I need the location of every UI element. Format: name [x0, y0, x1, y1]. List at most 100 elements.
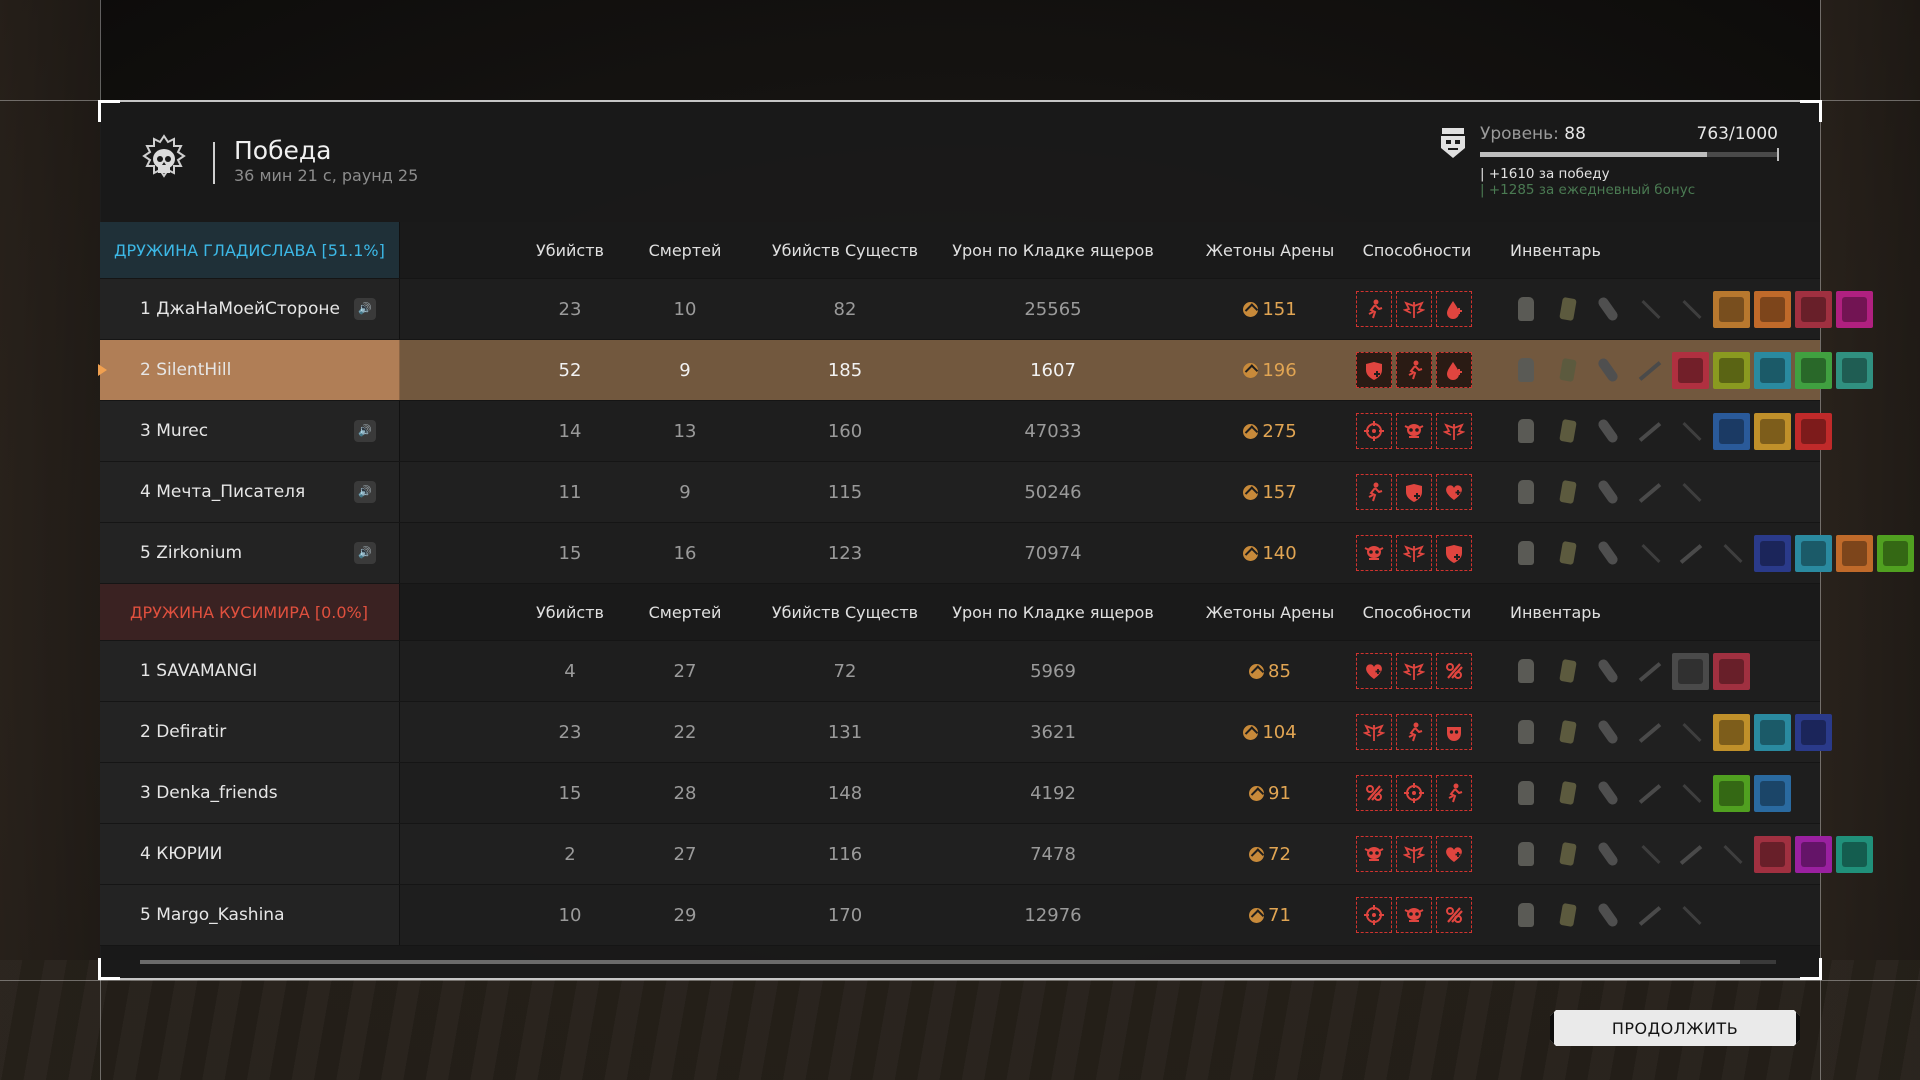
inventory-gren-icon[interactable] — [1590, 352, 1627, 389]
inventory-item-icon[interactable] — [1713, 352, 1750, 389]
inventory-gren-icon[interactable] — [1590, 836, 1627, 873]
ability-slash-icon[interactable] — [1356, 775, 1392, 811]
ability-wings-icon[interactable] — [1356, 714, 1392, 750]
inventory-can-icon[interactable] — [1549, 714, 1586, 751]
inventory-can-icon[interactable] — [1549, 413, 1586, 450]
ability-heart-icon[interactable] — [1436, 836, 1472, 872]
inventory-gun-icon[interactable] — [1631, 714, 1668, 751]
ability-run-icon[interactable] — [1436, 775, 1472, 811]
inventory-knife-icon[interactable] — [1713, 836, 1750, 873]
inventory-item-icon[interactable] — [1836, 836, 1873, 873]
inventory-gun-icon[interactable] — [1672, 836, 1709, 873]
inventory-item-icon[interactable] — [1713, 714, 1750, 751]
inventory-can-icon[interactable] — [1549, 653, 1586, 690]
ability-skull-icon[interactable] — [1396, 413, 1432, 449]
inventory-gun-icon[interactable] — [1631, 413, 1668, 450]
ability-shield-icon[interactable] — [1436, 535, 1472, 571]
inventory-gren-icon[interactable] — [1590, 653, 1627, 690]
player-row[interactable]: 5 Zirkonium 🔊 15 16 123 70974 140 — [100, 523, 1914, 584]
inventory-item-icon[interactable] — [1713, 653, 1750, 690]
inventory-gear-icon[interactable] — [1508, 714, 1545, 751]
inventory-gun-icon[interactable] — [1631, 653, 1668, 690]
player-row[interactable]: 3 Murec 🔊 14 13 160 47033 275 — [100, 401, 1832, 462]
player-row[interactable]: 2 SilentHill 52 9 185 1607 196 — [98, 340, 1873, 401]
ability-wings-icon[interactable] — [1396, 535, 1432, 571]
inventory-item-icon[interactable] — [1836, 291, 1873, 328]
inventory-gear-icon[interactable] — [1508, 474, 1545, 511]
inventory-knife-icon[interactable] — [1713, 535, 1750, 572]
ability-mask-icon[interactable] — [1436, 714, 1472, 750]
ability-slash-icon[interactable] — [1436, 897, 1472, 933]
player-row[interactable]: 4 Мечта_Писателя 🔊 11 9 115 50246 157 — [100, 462, 1820, 523]
ability-skull-icon[interactable] — [1356, 836, 1392, 872]
inventory-item-icon[interactable] — [1713, 291, 1750, 328]
inventory-item-icon[interactable] — [1836, 352, 1873, 389]
inventory-item-icon[interactable] — [1795, 291, 1832, 328]
ability-run-icon[interactable] — [1356, 291, 1392, 327]
inventory-item-icon[interactable] — [1672, 352, 1709, 389]
inventory-item-icon[interactable] — [1754, 352, 1791, 389]
inventory-item-icon[interactable] — [1754, 413, 1791, 450]
inventory-item-icon[interactable] — [1754, 535, 1791, 572]
inventory-gren-icon[interactable] — [1590, 413, 1627, 450]
ability-shield-icon[interactable] — [1396, 474, 1432, 510]
inventory-knife-icon[interactable] — [1631, 535, 1668, 572]
inventory-gun-icon[interactable] — [1631, 352, 1668, 389]
inventory-gun-icon[interactable] — [1631, 474, 1668, 511]
ability-wings-icon[interactable] — [1396, 836, 1432, 872]
inventory-can-icon[interactable] — [1549, 836, 1586, 873]
inventory-knife-icon[interactable] — [1672, 775, 1709, 812]
inventory-item-icon[interactable] — [1877, 535, 1914, 572]
inventory-can-icon[interactable] — [1549, 474, 1586, 511]
inventory-item-icon[interactable] — [1795, 535, 1832, 572]
ability-run-icon[interactable] — [1396, 714, 1432, 750]
ability-shield-icon[interactable] — [1356, 352, 1392, 388]
inventory-gear-icon[interactable] — [1508, 775, 1545, 812]
inventory-item-icon[interactable] — [1754, 775, 1791, 812]
speaker-icon[interactable]: 🔊 — [354, 420, 376, 442]
inventory-gear-icon[interactable] — [1508, 897, 1545, 934]
inventory-gun-icon[interactable] — [1631, 897, 1668, 934]
inventory-gear-icon[interactable] — [1508, 836, 1545, 873]
ability-target-icon[interactable] — [1356, 897, 1392, 933]
inventory-gren-icon[interactable] — [1590, 535, 1627, 572]
inventory-item-icon[interactable] — [1672, 653, 1709, 690]
ability-drop-icon[interactable] — [1436, 352, 1472, 388]
ability-target-icon[interactable] — [1396, 775, 1432, 811]
inventory-can-icon[interactable] — [1549, 352, 1586, 389]
inventory-knife-icon[interactable] — [1631, 836, 1668, 873]
player-row[interactable]: 4 КЮРИИ 2 27 116 7478 72 — [100, 824, 1873, 885]
ability-skull-icon[interactable] — [1396, 897, 1432, 933]
inventory-gear-icon[interactable] — [1508, 352, 1545, 389]
inventory-item-icon[interactable] — [1795, 413, 1832, 450]
inventory-can-icon[interactable] — [1549, 535, 1586, 572]
continue-button[interactable]: ПРОДОЛЖИТЬ — [1550, 1010, 1800, 1046]
ability-run-icon[interactable] — [1396, 352, 1432, 388]
speaker-icon[interactable]: 🔊 — [354, 298, 376, 320]
inventory-can-icon[interactable] — [1549, 897, 1586, 934]
horizontal-scrollbar[interactable] — [140, 960, 1776, 964]
player-row[interactable]: 1 SAVAMANGI 4 27 72 5969 85 — [100, 641, 1820, 702]
inventory-gren-icon[interactable] — [1590, 291, 1627, 328]
inventory-knife-icon[interactable] — [1672, 291, 1709, 328]
inventory-item-icon[interactable] — [1795, 714, 1832, 751]
inventory-gren-icon[interactable] — [1590, 775, 1627, 812]
ability-run-icon[interactable] — [1356, 474, 1392, 510]
inventory-gear-icon[interactable] — [1508, 413, 1545, 450]
ability-target-icon[interactable] — [1356, 413, 1392, 449]
inventory-gear-icon[interactable] — [1508, 535, 1545, 572]
player-row[interactable]: 2 Defiratir 23 22 131 3621 104 — [100, 702, 1832, 763]
inventory-knife-icon[interactable] — [1631, 291, 1668, 328]
ability-wings-icon[interactable] — [1396, 653, 1432, 689]
inventory-gren-icon[interactable] — [1590, 474, 1627, 511]
ability-wings-icon[interactable] — [1436, 413, 1472, 449]
ability-wings-icon[interactable] — [1396, 291, 1432, 327]
speaker-icon[interactable]: 🔊 — [354, 542, 376, 564]
inventory-gear-icon[interactable] — [1508, 291, 1545, 328]
ability-heart-icon[interactable] — [1356, 653, 1392, 689]
ability-heart-icon[interactable] — [1436, 474, 1472, 510]
inventory-gun-icon[interactable] — [1672, 535, 1709, 572]
ability-slash-icon[interactable] — [1436, 653, 1472, 689]
inventory-gear-icon[interactable] — [1508, 653, 1545, 690]
inventory-knife-icon[interactable] — [1672, 897, 1709, 934]
